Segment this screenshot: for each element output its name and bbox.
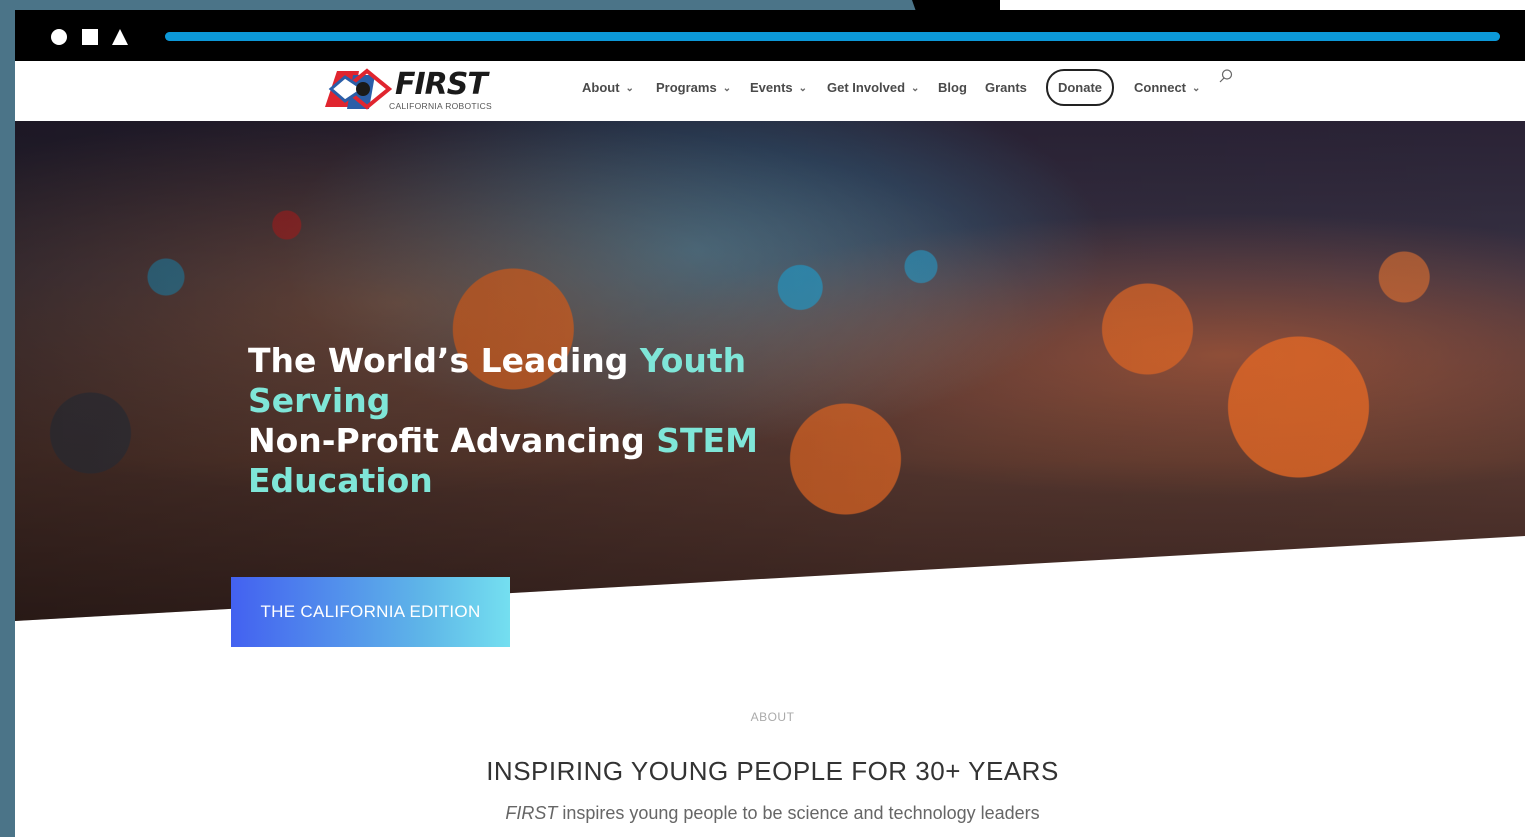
- square-control-icon[interactable]: [82, 29, 98, 45]
- section-label: ABOUT: [750, 710, 795, 724]
- donate-button[interactable]: Donate: [1046, 69, 1114, 106]
- nav-item-label: Get Involved: [827, 80, 906, 95]
- headline-accent: STEM: [656, 421, 758, 460]
- hero-banner: The World’s Leading Youth Serving Non-Pr…: [15, 121, 1525, 621]
- site-header: FIRST CALIFORNIA ROBOTICS About ⌄ Program…: [15, 61, 1525, 122]
- hero-headline: The World’s Leading Youth Serving Non-Pr…: [248, 341, 888, 501]
- first-logo[interactable]: FIRST CALIFORNIA ROBOTICS: [323, 65, 493, 113]
- nav-item-label: Blog: [938, 80, 967, 95]
- chevron-down-icon: ⌄: [625, 83, 634, 94]
- section-body-text: inspires young people to be science and …: [557, 803, 1040, 823]
- chevron-down-icon: ⌄: [911, 83, 920, 94]
- headline-text: Non-Profit Advancing: [248, 421, 657, 460]
- california-edition-button[interactable]: THE CALIFORNIA EDITION: [231, 577, 510, 647]
- nav-item-label: Programs: [656, 80, 717, 95]
- progress-fill: [165, 32, 1500, 41]
- nav-item-connect[interactable]: Connect ⌄: [1134, 80, 1200, 95]
- first-emphasis: FIRST: [505, 803, 558, 823]
- circle-control-icon[interactable]: [51, 29, 67, 45]
- triangle-control-icon[interactable]: [112, 29, 128, 45]
- chevron-down-icon: ⌄: [722, 83, 732, 94]
- nav-item-label: About: [582, 80, 620, 95]
- logo-wordmark: FIRST: [395, 67, 488, 102]
- browser-window: FIRST CALIFORNIA ROBOTICS About ⌄ Program…: [15, 10, 1525, 837]
- logo-subtitle: CALIFORNIA ROBOTICS: [389, 101, 492, 111]
- nav-item-blog[interactable]: Blog: [938, 80, 967, 95]
- chevron-down-icon: ⌄: [1192, 83, 1201, 94]
- headline-accent: Education: [248, 461, 433, 500]
- nav-item-get-involved[interactable]: Get Involved ⌄: [827, 80, 919, 95]
- chevron-down-icon: ⌄: [798, 83, 808, 94]
- nav-item-events[interactable]: Events ⌄: [750, 80, 807, 95]
- progress-bar: [165, 32, 1500, 41]
- nav-item-grants[interactable]: Grants: [985, 80, 1027, 95]
- section-title: INSPIRING YOUNG PEOPLE FOR 30+ YEARS: [486, 756, 1059, 786]
- frame-notch: [912, 0, 1000, 10]
- headline-text: The World’s Leading: [248, 341, 640, 380]
- search-icon[interactable]: [1218, 68, 1234, 84]
- frame-top-white: [1000, 0, 1525, 10]
- nav-item-label: Connect: [1134, 80, 1186, 95]
- section-body: FIRST inspires young people to be scienc…: [15, 803, 1525, 824]
- title-bar: [15, 10, 1525, 61]
- nav-item-label: Events: [750, 80, 793, 95]
- nav-item-label: Grants: [985, 80, 1027, 95]
- nav-item-about[interactable]: About ⌄: [582, 80, 634, 95]
- nav-item-programs[interactable]: Programs ⌄: [656, 80, 731, 95]
